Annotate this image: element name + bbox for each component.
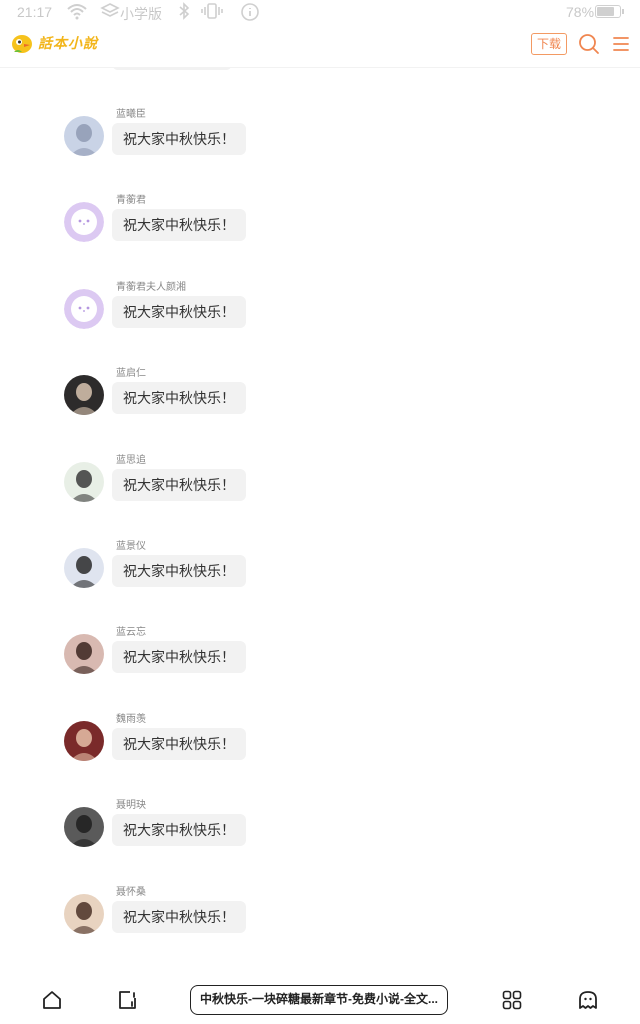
- previous-message-bubble: [112, 68, 232, 70]
- search-icon[interactable]: [578, 33, 600, 55]
- category-grid-icon[interactable]: [501, 989, 523, 1011]
- home-icon[interactable]: [41, 989, 63, 1011]
- vibrate-icon: [200, 2, 224, 23]
- layers-icon: [100, 2, 120, 23]
- battery-level: [597, 7, 614, 16]
- sender-name: 蓝曦臣: [116, 109, 146, 120]
- message-bubble[interactable]: 祝大家中秋快乐！: [112, 727, 246, 760]
- chat-message: 聂怀桑祝大家中秋快乐！: [64, 886, 464, 956]
- menu-icon[interactable]: [612, 34, 630, 54]
- chat-message: 蓝思追祝大家中秋快乐！: [64, 454, 464, 524]
- sender-name: 蓝云忘: [116, 627, 146, 639]
- message-bubble[interactable]: 祝大家中秋快乐！: [112, 209, 246, 242]
- logo-bird-icon: [10, 32, 34, 54]
- status-time: 21:17: [17, 4, 53, 20]
- default-avatar-icon[interactable]: [64, 202, 104, 243]
- logo-text: 話本小說: [38, 35, 98, 51]
- sender-name: 蓝思追: [116, 454, 146, 466]
- default-avatar-icon[interactable]: [64, 288, 104, 329]
- bottom-bar: 中秋快乐-一块碎糖最新章节-免费小说-全文...: [0, 976, 640, 1024]
- download-button[interactable]: 下载: [531, 33, 567, 55]
- wifi-icon: [66, 2, 88, 23]
- avatar-image[interactable]: [64, 893, 104, 934]
- message-bubble[interactable]: 祝大家中秋快乐！: [112, 641, 246, 674]
- sender-name: 青蘅君夫人颜湘: [116, 281, 186, 293]
- app-logo[interactable]: 話本小說: [10, 32, 98, 54]
- info-icon: [240, 2, 260, 25]
- chat-message: 蓝景仪祝大家中秋快乐！: [64, 540, 464, 610]
- message-bubble[interactable]: 祝大家中秋快乐！: [112, 900, 246, 933]
- message-bubble[interactable]: 祝大家中秋快乐！: [112, 123, 246, 155]
- chat-message: 聂明玦祝大家中秋快乐！: [64, 799, 464, 869]
- bluetooth-icon: [176, 2, 192, 23]
- sender-name: 蓝启仁: [116, 368, 146, 380]
- battery-percent: 78%: [566, 4, 595, 20]
- avatar-image[interactable]: [64, 548, 104, 588]
- message-bubble[interactable]: 祝大家中秋快乐！: [112, 468, 246, 501]
- sender-name: 聂明玦: [116, 800, 146, 812]
- chat-message: 青蘅君祝大家中秋快乐！: [64, 194, 464, 264]
- avatar-image[interactable]: [64, 116, 104, 156]
- avatar-image[interactable]: [64, 375, 104, 416]
- top-bar: 話本小說 下载: [0, 24, 640, 68]
- sender-name: 青蘅君: [116, 195, 146, 207]
- app-mode-label: 小学版: [120, 6, 162, 22]
- chat-message: 蓝曦臣祝大家中秋快乐！: [64, 108, 464, 178]
- chat-message: 魏雨羡祝大家中秋快乐！: [64, 713, 464, 783]
- status-bar: 21:17 小学版 78%: [0, 0, 640, 24]
- message-bubble[interactable]: 祝大家中秋快乐！: [112, 295, 246, 328]
- chat-message: 蓝启仁祝大家中秋快乐！: [64, 367, 464, 437]
- chapter-title-pill[interactable]: 中秋快乐-一块碎糖最新章节-免费小说-全文...: [190, 985, 448, 1015]
- message-bubble[interactable]: 祝大家中秋快乐！: [112, 814, 246, 847]
- avatar-image[interactable]: [64, 720, 104, 761]
- avatar-image[interactable]: [64, 634, 104, 675]
- avatar-image[interactable]: [64, 807, 104, 848]
- sender-name: 魏雨羡: [116, 713, 146, 725]
- message-bubble[interactable]: 祝大家中秋快乐！: [112, 382, 246, 415]
- avatar-image[interactable]: [64, 461, 104, 502]
- chat-message: 青蘅君夫人颜湘祝大家中秋快乐！: [64, 281, 464, 351]
- sender-name: 蓝景仪: [116, 541, 146, 552]
- battery-icon: [595, 5, 624, 18]
- message-bubble[interactable]: 祝大家中秋快乐！: [112, 555, 246, 587]
- chat-content[interactable]: 蓝曦臣 祝大家中秋快乐！ 青蘅君 祝大家中秋快乐！ 青蘅君夫人颜湘 祝大家中秋快乐！ 蓝启仁…: [0, 68, 640, 976]
- chat-message: 蓝云忘祝大家中秋快乐！: [64, 626, 464, 696]
- profile-ghost-icon[interactable]: [577, 989, 599, 1011]
- sender-name: 聂怀桑: [116, 886, 146, 898]
- bookshelf-icon[interactable]: [116, 989, 138, 1011]
